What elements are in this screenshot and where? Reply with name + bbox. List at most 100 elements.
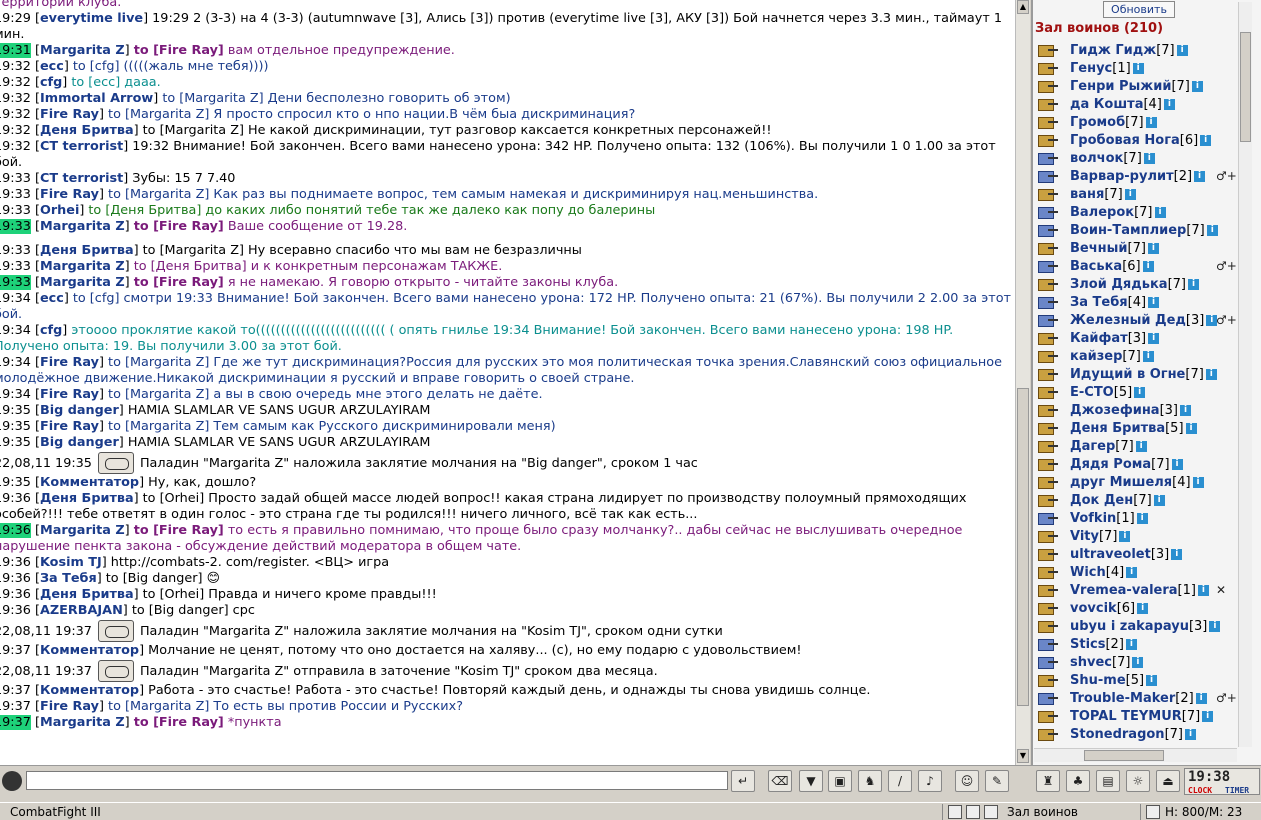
player-name[interactable]: shvec [1070, 655, 1112, 670]
player-row[interactable]: Генус [1] i [1033, 59, 1238, 77]
player-name[interactable]: Железный Дед [1070, 313, 1186, 328]
player-name[interactable]: друг Мишеля [1070, 475, 1172, 490]
sender-name[interactable]: cfg [40, 323, 62, 338]
player-row[interactable]: Trouble-Maker [2] i ♂+ [1033, 689, 1238, 707]
info-icon[interactable]: i [1205, 368, 1217, 380]
private-message-icon[interactable] [1036, 133, 1060, 147]
sender-name[interactable]: Margarita Z [40, 275, 125, 290]
private-message-icon[interactable] [1036, 187, 1060, 201]
message-time[interactable]: 19:32 [0, 91, 31, 106]
private-message-icon[interactable] [1036, 241, 1060, 255]
scroll-up-icon[interactable]: ▲ [1017, 0, 1029, 14]
private-message-icon[interactable] [1036, 565, 1060, 579]
player-row[interactable]: Stonedragon [7] i [1033, 725, 1238, 743]
info-icon[interactable]: i [1163, 98, 1175, 110]
sender-name[interactable]: Fire Ray [40, 419, 99, 434]
player-name[interactable]: ваня [1070, 187, 1104, 202]
sender-name[interactable]: Комментатор [40, 683, 139, 698]
info-icon[interactable]: i [1145, 116, 1157, 128]
message-time[interactable]: 19:29 [0, 11, 31, 26]
player-row[interactable]: Док Ден [7] i [1033, 491, 1238, 509]
info-icon[interactable]: i [1148, 296, 1160, 308]
player-name[interactable]: волчок [1070, 151, 1123, 166]
scrollbar-thumb[interactable] [1017, 388, 1029, 706]
info-icon[interactable]: i [1192, 476, 1204, 488]
sender-name[interactable]: Комментатор [40, 643, 139, 658]
sender-name[interactable]: AZERBAJAN [40, 603, 123, 618]
info-icon[interactable]: i [1125, 638, 1137, 650]
message-time[interactable]: 19:36 [0, 571, 31, 586]
info-icon[interactable]: i [1147, 242, 1159, 254]
sender-name[interactable]: Деня Бритва [40, 491, 134, 506]
private-message-icon[interactable] [1036, 421, 1060, 435]
sender-name[interactable]: Margarita Z [40, 715, 125, 730]
sender-name[interactable]: Fire Ray [40, 355, 99, 370]
info-icon[interactable]: i [1143, 152, 1155, 164]
private-message-icon[interactable] [1036, 367, 1060, 381]
exit-icon[interactable]: ⏏ [1156, 770, 1180, 792]
message-time[interactable]: 19:33 [0, 203, 31, 218]
info-icon[interactable]: i [1142, 260, 1154, 272]
player-row[interactable]: Вечный [7] i [1033, 239, 1238, 257]
player-name[interactable]: Vity [1070, 529, 1099, 544]
player-row[interactable]: Гидж Гидж [7] i [1033, 41, 1238, 59]
message-time[interactable]: 19:32 [0, 107, 31, 122]
sender-name[interactable]: Комментатор [40, 475, 139, 490]
private-message-icon[interactable] [1036, 151, 1060, 165]
player-name[interactable]: Stics [1070, 637, 1105, 652]
player-name[interactable]: Идущий в Огне [1070, 367, 1185, 382]
private-message-icon[interactable] [1036, 439, 1060, 453]
info-icon[interactable]: i [1148, 332, 1160, 344]
sender-name[interactable]: ecc [40, 59, 64, 74]
sound-icon[interactable]: ♪ [918, 770, 942, 792]
private-message-icon[interactable] [1036, 511, 1060, 525]
chat-settings-icon[interactable]: ✎ [985, 770, 1009, 792]
private-message-icon[interactable] [1036, 547, 1060, 561]
player-name[interactable]: TOPAL TEYMUR [1070, 709, 1182, 724]
player-row[interactable]: Е-СТО [5] i [1033, 383, 1238, 401]
sender-name[interactable]: Big danger [40, 435, 119, 450]
player-name[interactable]: vovcik [1070, 601, 1117, 616]
message-time[interactable]: 19:35 [0, 403, 31, 418]
smiley-menu-icon[interactable] [2, 771, 22, 791]
private-message-icon[interactable] [1036, 259, 1060, 273]
private-message-icon[interactable] [1036, 169, 1060, 183]
potion-icon[interactable]: ♜ [1036, 770, 1060, 792]
player-row[interactable]: Варвар-рулит [2] i ♂+ [1033, 167, 1238, 185]
message-time[interactable]: 19:34 [0, 323, 31, 338]
player-name[interactable]: Генус [1070, 61, 1112, 76]
message-time[interactable]: 19:32 [0, 139, 31, 154]
sender-name[interactable]: Fire Ray [40, 107, 99, 122]
private-message-icon[interactable] [1036, 313, 1060, 327]
private-message-icon[interactable] [1036, 277, 1060, 291]
player-name[interactable]: ubyu i zakapayu [1070, 619, 1189, 634]
player-name[interactable]: Гробовая Нога [1070, 133, 1180, 148]
player-row[interactable]: Громоб [7] i [1033, 113, 1238, 131]
sender-name[interactable]: ecc [40, 291, 64, 306]
sender-name[interactable]: CT terrorist [40, 171, 123, 186]
message-time[interactable]: 19:37 [0, 683, 31, 698]
message-time[interactable]: 19:33 [0, 275, 31, 290]
info-icon[interactable]: i [1202, 710, 1214, 722]
sender-name[interactable]: За Тебя [40, 571, 97, 586]
sender-name[interactable]: Fire Ray [40, 187, 99, 202]
info-icon[interactable]: i [1153, 494, 1165, 506]
info-icon[interactable]: i [1194, 170, 1206, 182]
info-icon[interactable]: i [1134, 386, 1146, 398]
player-row[interactable]: Дагер [7] i [1033, 437, 1238, 455]
sender-name[interactable]: CT terrorist [40, 139, 123, 154]
player-row[interactable]: ultraveolet [3] i [1033, 545, 1238, 563]
player-name[interactable]: Док Ден [1070, 493, 1133, 508]
private-message-icon[interactable] [1036, 97, 1060, 111]
slash-icon[interactable]: / [888, 770, 912, 792]
info-icon[interactable]: i [1124, 188, 1136, 200]
roster-hscrollbar[interactable] [1034, 748, 1237, 762]
info-icon[interactable]: i [1142, 350, 1154, 362]
player-row[interactable]: За Тебя [4] i [1033, 293, 1238, 311]
player-name[interactable]: Вечный [1070, 241, 1128, 256]
info-icon[interactable]: i [1200, 134, 1212, 146]
message-time[interactable]: 19:37 [0, 699, 31, 714]
player-row[interactable]: shvec [7] i [1033, 653, 1238, 671]
message-time[interactable]: 19:35 [0, 435, 31, 450]
info-icon[interactable]: i [1188, 278, 1199, 290]
